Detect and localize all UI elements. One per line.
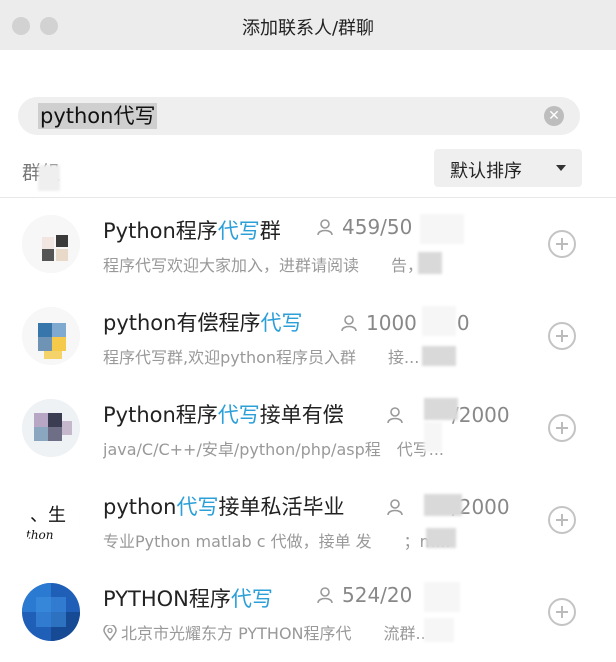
sort-label: 默认排序 [450,161,522,182]
plus-circle-icon[interactable] [548,598,576,626]
group-name[interactable]: python代写接单私活毕业 [103,491,344,521]
group-description: 北京市光耀东方 PYTHON程序代 流群... [103,620,523,644]
name-text: Python程序 [103,219,218,243]
blurred-region [424,582,460,612]
person-icon [341,315,357,332]
person-icon [387,499,403,516]
plus-circle-icon[interactable] [548,414,576,442]
group-result-row[interactable]: Python程序代写接单有偿 /2000 java/C/C++/安卓/pytho… [0,384,616,476]
blurred-region [424,422,442,452]
blurred-region [426,528,456,548]
name-text: PYTHON程序 [103,587,231,611]
blurred-region [424,398,458,420]
group-description: 专业Python matlab c 代做，接单 发 ；m... [103,532,451,551]
group-result-row[interactable]: PYTHON程序代写 524/20 北京市光耀东方 PYTHON程序代 流群..… [0,568,616,660]
group-avatar [22,215,80,273]
name-text-suffix: 接单有偿 [259,403,344,427]
sort-dropdown[interactable]: 默认排序 [434,149,582,187]
group-name[interactable]: Python程序代写接单有偿 [103,399,344,429]
svg-text:thon: thon [26,528,54,542]
blurred-region [38,165,60,191]
member-count: 459/50 [316,215,412,239]
person-icon [317,587,333,604]
blurred-region [422,306,456,336]
title-bar: 添加联系人/群聊 [0,0,616,50]
group-result-row[interactable]: Python程序代写群 459/50 程序代写欢迎大家加入，进群请阅读 告，..… [0,200,616,292]
group-name[interactable]: python有偿程序代写 [103,307,302,337]
blurred-region [424,494,462,516]
divider [0,197,616,198]
person-icon [317,219,333,236]
group-avatar [22,583,80,641]
group-description: 程序代写群,欢迎python程序员入群 接... [103,348,420,367]
location-pin-icon [103,625,117,641]
search-query[interactable]: python代写 [38,103,158,129]
member-count-text: 524/20 [342,583,413,607]
name-highlight: 代写 [230,587,273,611]
name-text: python有偿程序 [103,311,261,335]
name-highlight: 代写 [217,219,260,243]
member-count: 524/20 [316,583,412,607]
group-result-row[interactable]: 、生 thon python代写接单私活毕业 /2000 专业Python ma… [0,476,616,568]
blurred-region [418,252,442,274]
plus-circle-icon[interactable] [548,230,576,258]
group-name[interactable]: Python程序代写群 [103,215,281,245]
group-avatar [22,399,80,457]
group-description-text: 北京市光耀东方 PYTHON程序代 流群... [121,624,431,643]
person-icon [387,407,403,424]
name-highlight: 代写 [217,403,260,427]
group-description: java/C/C++/安卓/python/php/asp程 代写... [103,440,445,459]
group-description: 程序代写欢迎大家加入，进群请阅读 告，... [103,256,439,275]
group-result-row[interactable]: python有偿程序代写 1000 0 程序代写群,欢迎python程序员入群 … [0,292,616,384]
member-count-text: 459/50 [342,215,413,239]
name-text-suffix: 群 [259,219,281,243]
name-text: python [103,495,177,519]
group-avatar [22,307,80,365]
name-text: Python程序 [103,403,218,427]
group-avatar: 、生 thon [22,491,80,549]
blurred-region [420,214,464,244]
group-name[interactable]: PYTHON程序代写 [103,583,273,613]
plus-circle-icon[interactable] [548,506,576,534]
search-input[interactable]: python代写 ✕ [18,97,580,135]
caret-down-icon [556,165,566,171]
name-highlight: 代写 [176,495,219,519]
name-text-suffix: 接单私活毕业 [218,495,345,519]
window-title: 添加联系人/群聊 [241,18,375,39]
plus-circle-icon[interactable] [548,322,576,350]
blurred-region [424,618,454,642]
svg-text:、生: 、生 [30,505,66,526]
name-highlight: 代写 [260,311,303,335]
blurred-region [422,346,456,366]
clear-icon[interactable]: ✕ [544,106,564,126]
